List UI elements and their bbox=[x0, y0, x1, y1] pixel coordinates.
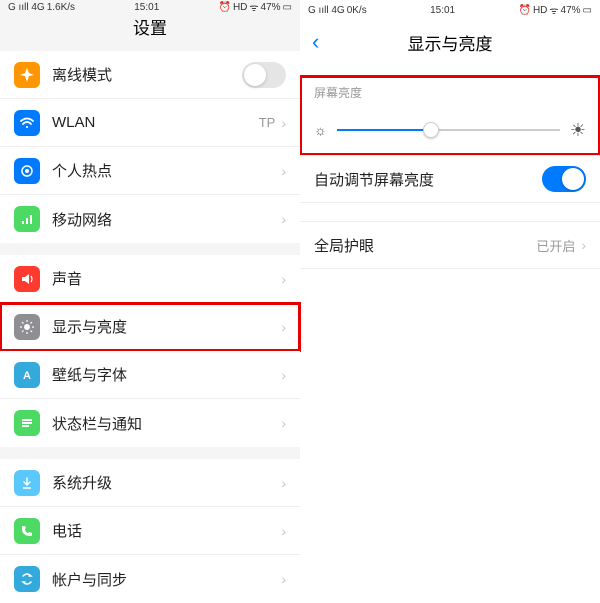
slider-fill bbox=[337, 129, 431, 131]
notification-icon bbox=[14, 410, 40, 436]
row-airplane[interactable]: 离线模式 bbox=[0, 51, 300, 99]
section-system: 系统升级 › 电话 › 帐户与同步 › bbox=[0, 459, 300, 603]
brightness-pane: G ııll 4G 0K/s 15:01 ⏰ HD ᯤ 47% ▭ ‹ 显示与亮… bbox=[300, 0, 600, 533]
row-label: 帐户与同步 bbox=[52, 569, 281, 590]
alarm-icon: ⏰ bbox=[518, 5, 530, 16]
sound-icon bbox=[14, 266, 40, 292]
row-label: 自动调节屏幕亮度 bbox=[314, 169, 542, 190]
brightness-slider-group: 屏幕亮度 ☼ ☀ bbox=[300, 76, 600, 155]
section-display: 声音 › 显示与亮度 › A 壁纸与字体 › 状 bbox=[0, 255, 300, 447]
status-bar: G ııll 4G 0K/s 15:01 ⏰ HD ᯤ 47% ▭ bbox=[300, 0, 600, 20]
row-label: 显示与亮度 bbox=[52, 316, 281, 337]
airplane-icon bbox=[14, 62, 40, 88]
row-update[interactable]: 系统升级 › bbox=[0, 459, 300, 507]
wlan-icon bbox=[14, 110, 40, 136]
battery-icon: ▭ bbox=[283, 2, 292, 13]
battery-icon: ▭ bbox=[583, 5, 592, 16]
auto-brightness-toggle[interactable] bbox=[542, 166, 586, 192]
hd-icon: HD bbox=[533, 5, 547, 16]
chevron-icon: › bbox=[581, 237, 586, 253]
row-hotspot[interactable]: 个人热点 › bbox=[0, 147, 300, 195]
section-network: 离线模式 WLAN TP › 个人热点 › bbox=[0, 51, 300, 243]
brightness-slider-row: ☼ ☀ bbox=[300, 105, 600, 155]
sync-icon bbox=[14, 566, 40, 592]
update-icon bbox=[14, 470, 40, 496]
row-auto-brightness[interactable]: 自动调节屏幕亮度 bbox=[300, 155, 600, 203]
row-label: 声音 bbox=[52, 268, 281, 289]
chevron-icon: › bbox=[281, 271, 286, 287]
chevron-icon: › bbox=[281, 367, 286, 383]
chevron-icon: › bbox=[281, 475, 286, 491]
sun-small-icon: ☼ bbox=[314, 122, 327, 138]
time-text: 15:01 bbox=[134, 2, 159, 13]
back-button[interactable]: ‹ bbox=[312, 29, 319, 55]
chevron-icon: › bbox=[281, 523, 286, 539]
row-statusbar[interactable]: 状态栏与通知 › bbox=[0, 399, 300, 447]
section-label: 屏幕亮度 bbox=[300, 76, 600, 105]
battery-text: 47% bbox=[561, 5, 581, 16]
row-wallpaper[interactable]: A 壁纸与字体 › bbox=[0, 351, 300, 399]
page-title: 设置 bbox=[133, 14, 167, 39]
chevron-icon: › bbox=[281, 163, 286, 179]
speed-text: 1.6K/s bbox=[47, 2, 75, 13]
row-wlan[interactable]: WLAN TP › bbox=[0, 99, 300, 147]
mobile-icon bbox=[14, 206, 40, 232]
hotspot-icon bbox=[14, 158, 40, 184]
row-display[interactable]: 显示与亮度 › bbox=[0, 303, 300, 351]
nav-bar: ‹ 显示与亮度 bbox=[300, 20, 600, 64]
row-label: 移动网络 bbox=[52, 209, 281, 230]
alarm-icon: ⏰ bbox=[218, 2, 230, 13]
time-text: 15:01 bbox=[430, 5, 455, 16]
row-label: 状态栏与通知 bbox=[52, 413, 281, 434]
row-detail: TP bbox=[259, 115, 276, 130]
nav-bar: 设置 bbox=[0, 14, 300, 39]
row-sound[interactable]: 声音 › bbox=[0, 255, 300, 303]
chevron-icon: › bbox=[281, 571, 286, 587]
row-phone[interactable]: 电话 › bbox=[0, 507, 300, 555]
carrier-text: G ııll 4G bbox=[8, 2, 45, 13]
wifi-icon: ᯤ bbox=[249, 0, 258, 14]
row-label: 个人热点 bbox=[52, 160, 281, 181]
chevron-icon: › bbox=[281, 115, 286, 131]
row-label: 电话 bbox=[52, 520, 281, 541]
row-label: 离线模式 bbox=[52, 64, 242, 85]
carrier-text: G ııll 4G bbox=[308, 5, 345, 16]
hd-icon: HD bbox=[233, 2, 247, 13]
brightness-icon bbox=[14, 314, 40, 340]
sun-big-icon: ☀ bbox=[570, 120, 586, 141]
row-account[interactable]: 帐户与同步 › bbox=[0, 555, 300, 603]
chevron-icon: › bbox=[281, 319, 286, 335]
speed-text: 0K/s bbox=[347, 5, 367, 16]
battery-text: 47% bbox=[261, 2, 281, 13]
chevron-icon: › bbox=[281, 211, 286, 227]
wifi-icon: ᯤ bbox=[549, 3, 558, 17]
svg-text:A: A bbox=[23, 370, 31, 382]
row-eye-protect[interactable]: 全局护眼 已开启 › bbox=[300, 221, 600, 269]
row-detail: 已开启 bbox=[536, 236, 575, 255]
slider-thumb[interactable] bbox=[423, 122, 439, 138]
brightness-slider[interactable] bbox=[337, 129, 560, 131]
phone-icon bbox=[14, 518, 40, 544]
row-label: 系统升级 bbox=[52, 472, 281, 493]
status-bar: G ııll 4G 1.6K/s 15:01 ⏰ HD ᯤ 47% ▭ bbox=[0, 0, 300, 14]
row-label: 壁纸与字体 bbox=[52, 364, 281, 385]
row-label: WLAN bbox=[52, 114, 259, 131]
airplane-toggle[interactable] bbox=[242, 62, 286, 88]
settings-pane: G ııll 4G 1.6K/s 15:01 ⏰ HD ᯤ 47% ▭ 设置 离… bbox=[0, 0, 300, 533]
row-label: 全局护眼 bbox=[314, 235, 536, 256]
wallpaper-icon: A bbox=[14, 362, 40, 388]
row-mobile[interactable]: 移动网络 › bbox=[0, 195, 300, 243]
page-title: 显示与亮度 bbox=[408, 30, 493, 55]
chevron-icon: › bbox=[281, 415, 286, 431]
